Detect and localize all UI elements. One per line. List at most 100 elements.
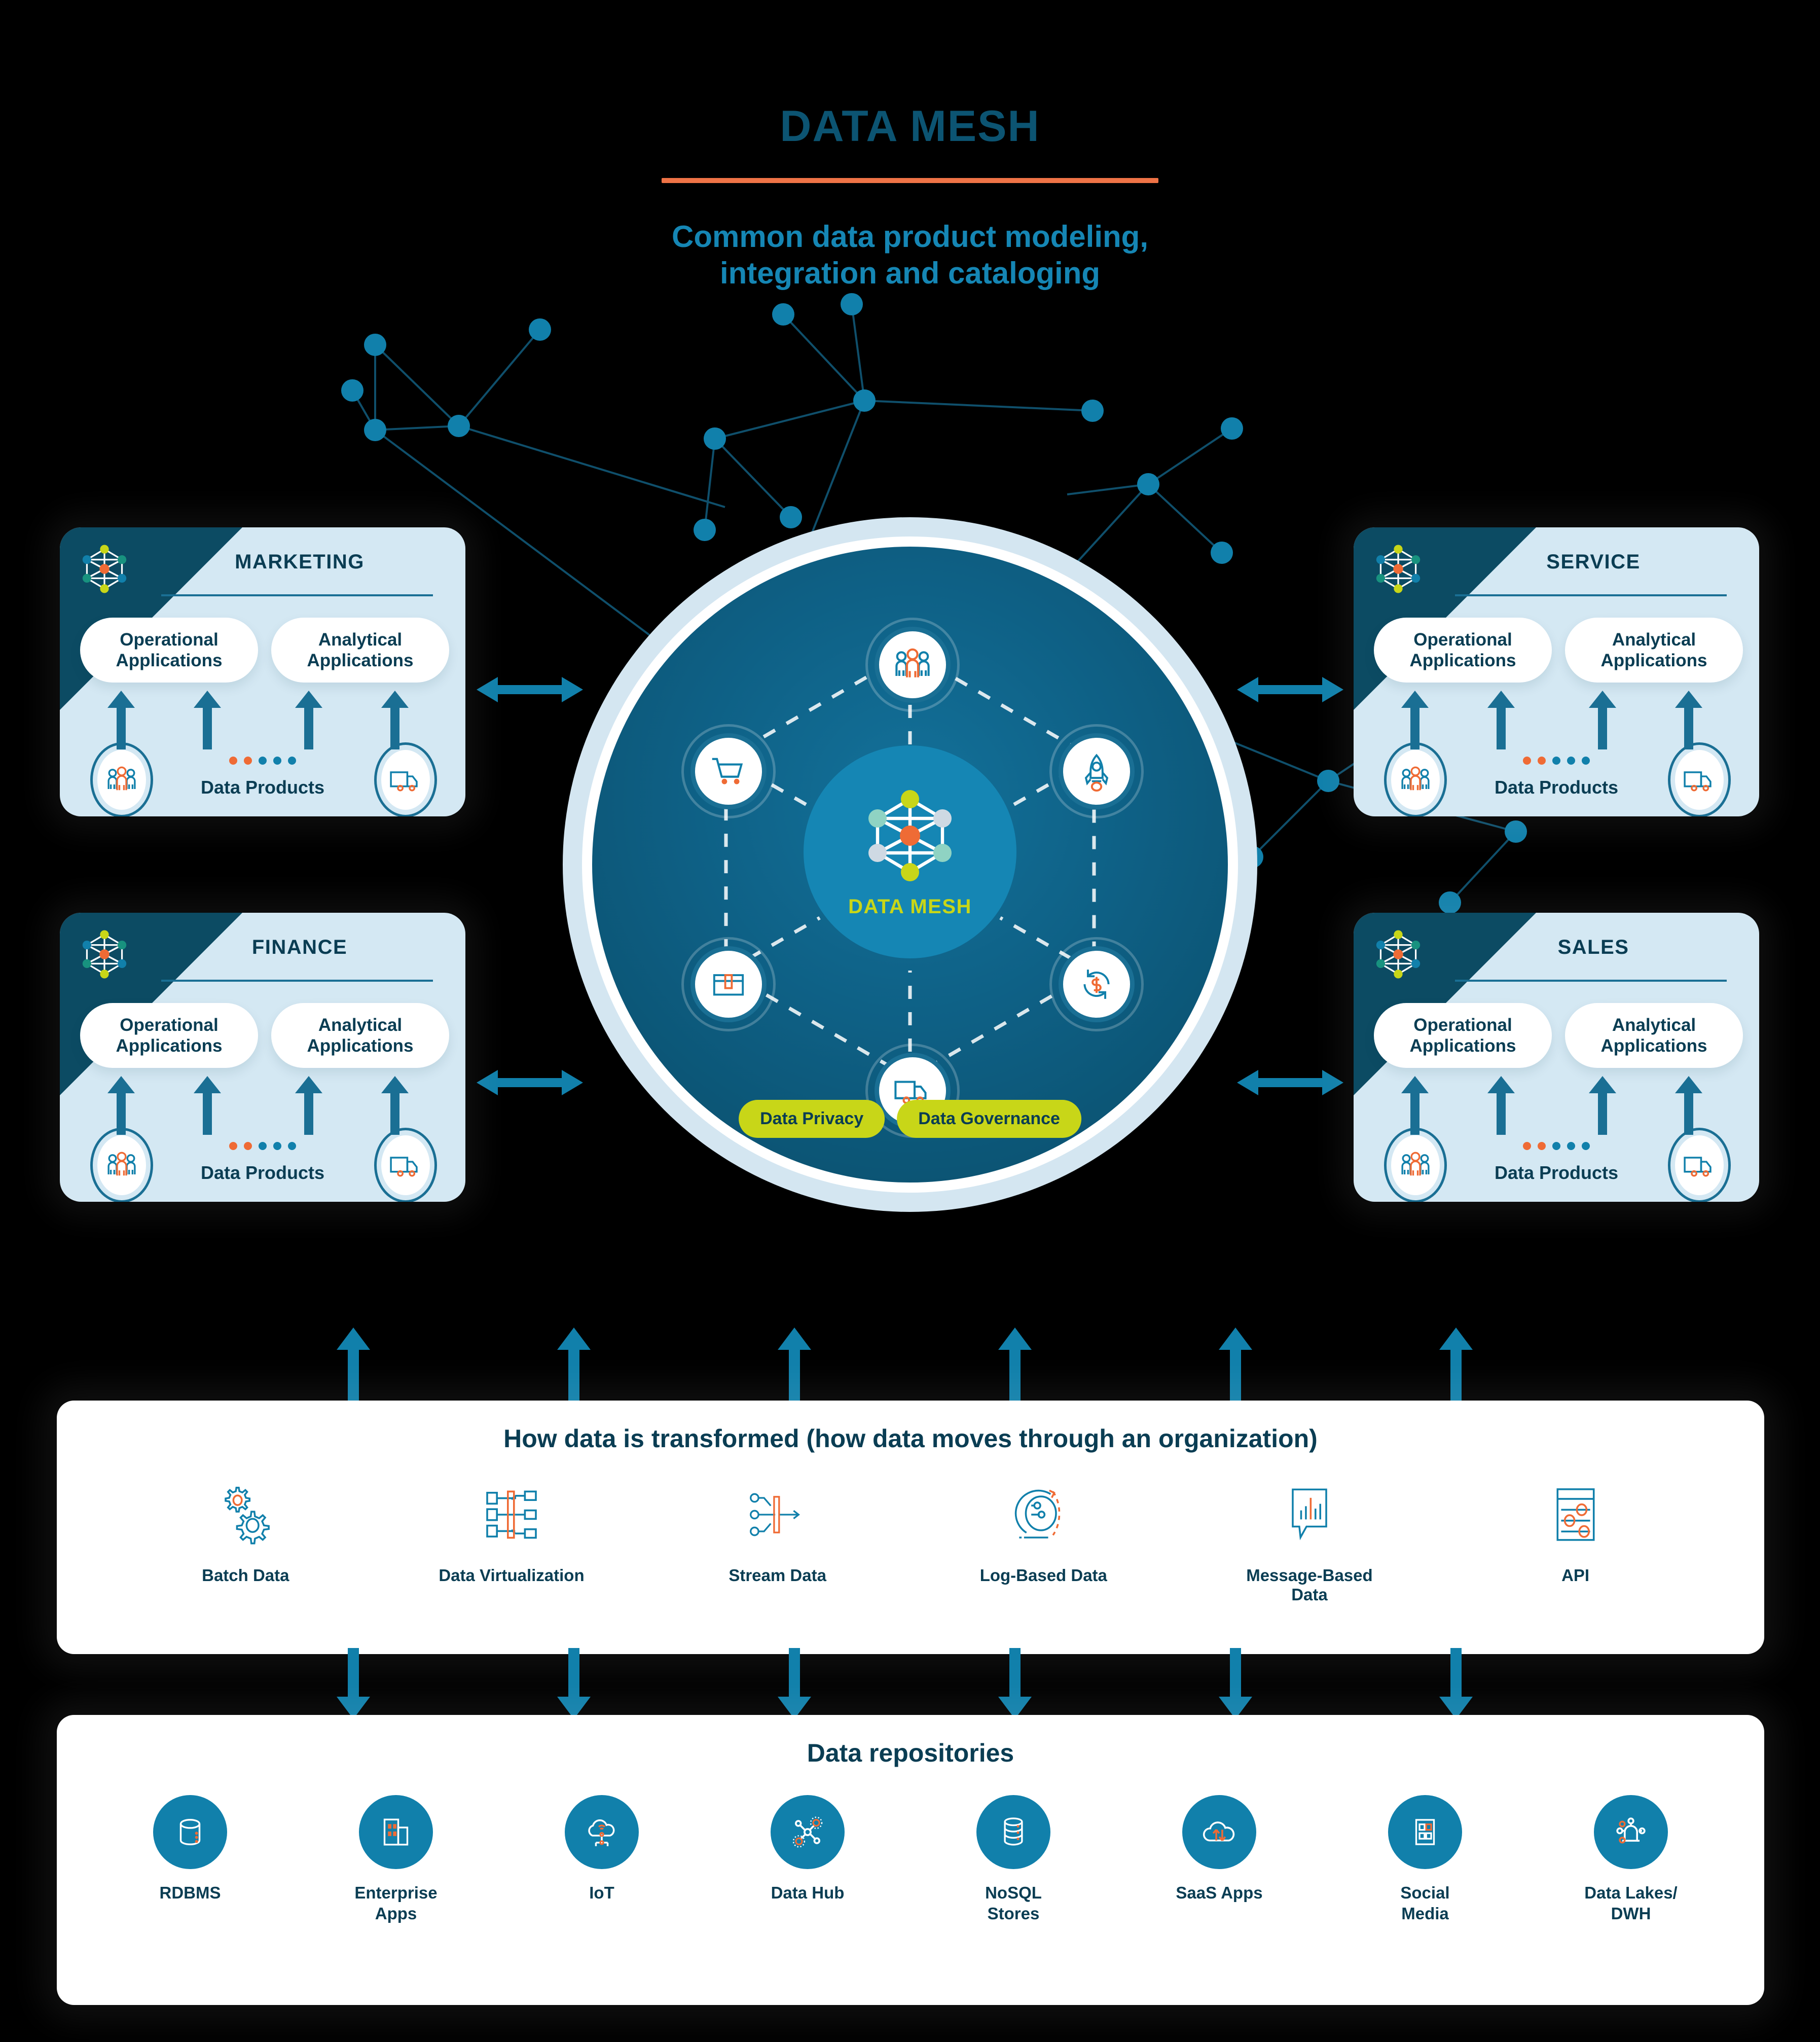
repo-label-text: RDBMS — [159, 1883, 221, 1902]
repo-item-iot[interactable]: IoT — [538, 1795, 665, 1924]
data-products-label: Data Products — [1494, 1162, 1619, 1183]
transform-item-message-based-data[interactable]: Message-Based Data — [1226, 1477, 1393, 1604]
mesh-hexagon-icon — [1376, 930, 1421, 979]
data-products-dots — [229, 757, 296, 765]
data-governance-pill[interactable]: Data Governance — [897, 1100, 1081, 1138]
panel-title-underline — [1455, 980, 1727, 982]
domain-panel-service[interactable]: SERVICE Operational Applications Analyti… — [1354, 527, 1759, 816]
an-line1: Analytical — [1612, 1015, 1696, 1035]
people-circle-icon[interactable] — [90, 1128, 153, 1202]
diagram-canvas: DATA MESH Common data product modeling, … — [0, 0, 1820, 2042]
analytical-applications-chip[interactable]: Analytical Applications — [1565, 618, 1743, 683]
transform-item-stream-data[interactable]: Stream Data — [694, 1477, 861, 1604]
api-sliders-icon — [1548, 1477, 1604, 1553]
repo-item-label: Enterprise Apps — [354, 1882, 437, 1924]
repo-label-line1: Social — [1400, 1883, 1450, 1902]
an-line1: Analytical — [318, 629, 403, 650]
panel-title: MARKETING — [235, 551, 365, 573]
panel-title-underline — [161, 980, 433, 982]
panel-up-arrows — [107, 691, 409, 749]
data-products-row: Data Products — [1354, 742, 1759, 816]
domain-panel-marketing[interactable]: MARKETING Operational Applications Analy… — [60, 527, 465, 816]
repo-item-data-hub[interactable]: Data Hub — [744, 1795, 871, 1924]
transform-item-batch-data[interactable]: Batch Data — [162, 1477, 329, 1604]
repo-item-label: RDBMS — [160, 1882, 221, 1903]
operational-applications-chip[interactable]: Operational Applications — [80, 1003, 258, 1068]
analytical-applications-chip[interactable]: Analytical Applications — [1565, 1003, 1743, 1068]
operational-applications-chip[interactable]: Operational Applications — [1374, 618, 1552, 683]
orbit-refresh-dollar-icon-node[interactable] — [1059, 946, 1135, 1022]
people-circle-icon[interactable] — [1384, 1128, 1447, 1202]
panel-title: SALES — [1557, 936, 1629, 958]
orbit-rocket-icon-node[interactable] — [1059, 733, 1135, 809]
transform-to-mesh-arrows — [337, 1328, 1473, 1405]
repo-item-enterprise-apps[interactable]: Enterprise Apps — [333, 1795, 459, 1924]
repo-item-rdbms[interactable]: RDBMS — [127, 1795, 253, 1924]
domain-panel-sales[interactable]: SALES Operational Applications Analytica… — [1354, 913, 1759, 1202]
data-products-dots — [1523, 1142, 1590, 1150]
orbit-archive-box-icon-node[interactable] — [690, 946, 767, 1022]
operational-applications-chip[interactable]: Operational Applications — [80, 618, 258, 683]
repo-item-label: IoT — [589, 1882, 614, 1903]
transform-item-data-virtualization[interactable]: Data Virtualization — [428, 1477, 595, 1604]
truck-circle-icon[interactable] — [1668, 1128, 1731, 1202]
truck-circle-icon[interactable] — [374, 742, 437, 816]
transform-item-api[interactable]: API — [1492, 1477, 1659, 1604]
op-line2: Applications — [1409, 1036, 1516, 1056]
delivery-truck-icon — [1684, 1157, 1712, 1177]
database-stack-icon — [976, 1795, 1050, 1869]
truck-circle-icon[interactable] — [1668, 742, 1731, 816]
people-icon — [107, 1152, 136, 1176]
data-mesh-core: DATA MESH Data Privacy Data Governance — [563, 517, 1257, 1212]
hub-network-icon — [771, 1795, 845, 1869]
mesh-hexagon-icon — [82, 545, 127, 593]
data-products-label: Data Products — [200, 1162, 325, 1183]
cloud-sync-icon — [1182, 1795, 1256, 1869]
an-line2: Applications — [307, 651, 414, 670]
analytical-applications-chip[interactable]: Analytical Applications — [271, 1003, 449, 1068]
buildings-icon — [359, 1795, 433, 1869]
transform-section-title: How data is transformed (how data moves … — [503, 1424, 1318, 1453]
delivery-truck-icon — [390, 771, 418, 792]
repo-label-line2: Stores — [987, 1904, 1040, 1923]
data-privacy-pill[interactable]: Data Privacy — [739, 1100, 885, 1138]
transform-item-label: Stream Data — [729, 1566, 826, 1585]
panel-up-arrows — [107, 1076, 409, 1135]
data-mesh-hub: DATA MESH — [804, 745, 1016, 958]
repo-item-data-lakes-dwh[interactable]: Data Lakes/ DWH — [1568, 1795, 1694, 1924]
people-circle-icon[interactable] — [1384, 742, 1447, 816]
finance-center-arrow — [477, 1070, 583, 1095]
orbit-shopping-cart-icon-node[interactable] — [690, 733, 767, 809]
core-disc: DATA MESH Data Privacy Data Governance — [592, 547, 1228, 1183]
transform-section: How data is transformed (how data moves … — [57, 1401, 1764, 1654]
panel-title: FINANCE — [251, 936, 348, 958]
repo-label-line1: NoSQL — [985, 1883, 1042, 1902]
social-grid-icon — [1388, 1795, 1462, 1869]
applications-row: Operational Applications Analytical Appl… — [80, 1003, 449, 1068]
repositories-section-title: Data repositories — [807, 1739, 1014, 1767]
repo-item-label: Data Hub — [771, 1882, 845, 1903]
operational-applications-chip[interactable]: Operational Applications — [1374, 1003, 1552, 1068]
op-line1: Operational — [1413, 629, 1512, 650]
repo-label-text: SaaS Apps — [1176, 1883, 1263, 1902]
repo-item-nosql-stores[interactable]: NoSQL Stores — [950, 1795, 1077, 1924]
truck-circle-icon[interactable] — [374, 1128, 437, 1202]
iot-cloud-icon — [565, 1795, 639, 1869]
transform-to-repos-arrows — [337, 1648, 1473, 1719]
repo-item-social-media[interactable]: Social Media — [1362, 1795, 1488, 1924]
data-products-label: Data Products — [200, 777, 325, 798]
people-circle-icon[interactable] — [90, 742, 153, 816]
transform-item-log-based-data[interactable]: Log-Based Data — [960, 1477, 1127, 1604]
data-lake-network-icon — [1594, 1795, 1668, 1869]
repo-label-line2: Media — [1401, 1904, 1449, 1923]
analytical-applications-chip[interactable]: Analytical Applications — [271, 618, 449, 683]
repo-label-text: IoT — [589, 1883, 614, 1902]
transform-item-label: Data Virtualization — [439, 1566, 585, 1585]
service-center-arrow — [1237, 677, 1343, 702]
repo-label-line1: Enterprise — [354, 1883, 438, 1902]
marketing-center-arrow — [477, 677, 583, 702]
orbit-people-icon-node[interactable] — [875, 627, 951, 703]
applications-row: Operational Applications Analytical Appl… — [1374, 1003, 1743, 1068]
repo-item-saas-apps[interactable]: SaaS Apps — [1156, 1795, 1283, 1924]
domain-panel-finance[interactable]: FINANCE Operational Applications Analyti… — [60, 913, 465, 1202]
